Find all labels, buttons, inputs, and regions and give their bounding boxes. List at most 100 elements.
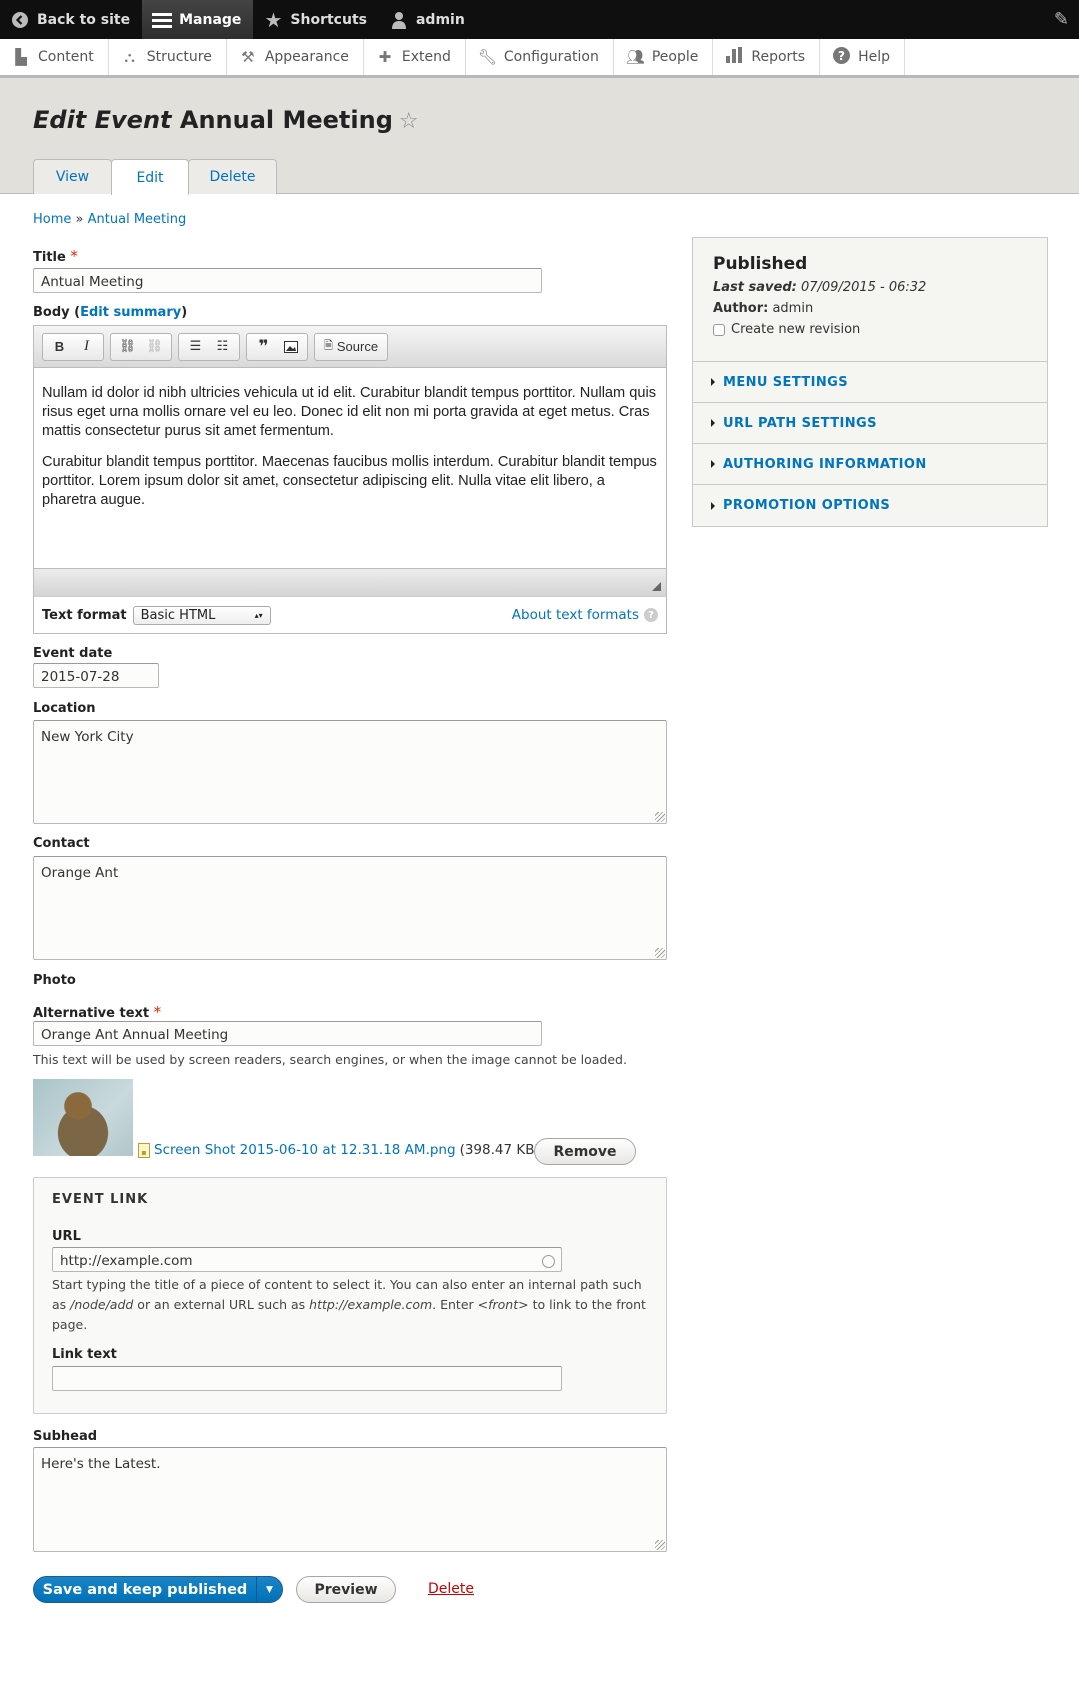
desc-front: <front> xyxy=(477,1297,529,1312)
tray-label: Extend xyxy=(401,49,451,65)
select-arrows-icon: ▴▾ xyxy=(254,610,263,620)
file-link[interactable]: Screen Shot 2015-06-10 at 12.31.18 AM.pn… xyxy=(154,1142,456,1158)
bar-chart-icon xyxy=(725,47,743,67)
tray-label: People xyxy=(651,49,699,65)
publish-status: Published xyxy=(713,254,808,274)
authoring-information-toggle[interactable]: AUTHORING INFORMATION xyxy=(693,444,1047,485)
photo-thumbnail xyxy=(33,1079,133,1156)
pencil-icon[interactable]: ✎ xyxy=(1054,9,1069,30)
blockquote-icon[interactable]: ❞ xyxy=(250,334,277,360)
manage-label: Manage xyxy=(179,11,242,28)
hamburger-icon xyxy=(152,10,173,30)
text-format-select[interactable]: Basic HTML ▴▾ xyxy=(132,605,271,625)
tray-item-structure[interactable]: ⛬ Structure xyxy=(109,39,227,75)
contact-label: Contact xyxy=(33,836,90,851)
tray-item-configuration[interactable]: 🔧︎ Configuration xyxy=(466,39,614,75)
subhead-textarea[interactable]: Here's the Latest. xyxy=(33,1447,667,1552)
shortcuts-tab[interactable]: ★ Shortcuts xyxy=(253,0,379,39)
tray-item-reports[interactable]: Reports xyxy=(713,39,821,75)
tray-label: Structure xyxy=(146,49,212,65)
title-prefix: Edit Event xyxy=(33,106,172,134)
resize-grip-icon[interactable] xyxy=(655,1540,665,1550)
tray-item-content[interactable]: ▙ Content xyxy=(0,39,109,75)
tab-edit[interactable]: Edit xyxy=(111,159,189,195)
event-date-label: Event date xyxy=(33,646,113,661)
link-text-input[interactable] xyxy=(52,1366,562,1391)
user-tab[interactable]: admin xyxy=(379,0,477,39)
image-icon[interactable] xyxy=(277,334,304,360)
label-text: Title xyxy=(33,250,66,265)
meta-sidebar: Published Last saved: 07/09/2015 - 06:32… xyxy=(692,237,1048,527)
page-title: Edit Event Annual Meeting ☆ xyxy=(33,106,419,134)
breadcrumb-current[interactable]: Antual Meeting xyxy=(88,212,187,227)
subhead-label: Subhead xyxy=(33,1429,98,1444)
back-to-site-link[interactable]: Back to site xyxy=(0,0,142,39)
preview-button[interactable]: Preview xyxy=(296,1576,396,1603)
author: Author: admin xyxy=(713,301,1027,316)
text-format-row: Text format Basic HTML ▴▾ About text form… xyxy=(34,596,666,633)
bold-button[interactable]: B xyxy=(46,334,73,360)
resize-grip-icon[interactable] xyxy=(655,812,665,822)
save-dropdown-toggle[interactable]: ▼ xyxy=(256,1577,282,1602)
section-label: URL PATH SETTINGS xyxy=(723,415,877,431)
title-input[interactable]: Antual Meeting xyxy=(33,268,542,293)
admin-toolbar: Back to site Manage ★ Shortcuts admin ✎ xyxy=(0,0,1079,39)
author-value: admin xyxy=(772,301,814,316)
numbered-list-icon[interactable]: ☷ xyxy=(209,334,236,360)
event-date-input[interactable]: 2015-07-28 xyxy=(33,663,159,688)
contact-textarea[interactable]: Orange Ant xyxy=(33,856,667,960)
help-icon: ? xyxy=(644,608,658,622)
local-tabs: View Edit Delete xyxy=(33,159,277,195)
alt-text-input[interactable]: Orange Ant Annual Meeting xyxy=(33,1021,542,1046)
italic-button[interactable]: I xyxy=(73,334,100,360)
body-label: Body (Edit summary) xyxy=(33,305,188,320)
editor-content[interactable]: Nullam id dolor id nibh ultricies vehicu… xyxy=(34,368,666,568)
desc-path: /node/add xyxy=(70,1297,134,1312)
url-label: URL xyxy=(52,1229,81,1244)
manage-tab[interactable]: Manage xyxy=(142,0,254,39)
menu-settings-toggle[interactable]: MENU SETTINGS xyxy=(693,362,1047,403)
title-label: Title * xyxy=(33,247,78,265)
tab-delete[interactable]: Delete xyxy=(188,159,277,194)
edit-summary-link[interactable]: Edit summary xyxy=(80,305,181,320)
tray-item-people[interactable]: 👥︎ People xyxy=(614,39,714,75)
section-label: PROMOTION OPTIONS xyxy=(723,498,891,513)
create-revision-checkbox[interactable]: Create new revision xyxy=(713,322,1027,337)
checkbox-box[interactable] xyxy=(713,323,725,336)
location-value: New York City xyxy=(41,729,134,745)
resize-handle-icon[interactable] xyxy=(652,582,661,591)
section-label: MENU SETTINGS xyxy=(723,374,849,390)
editor-group-link: ⛓ ⛓ xyxy=(110,332,172,361)
location-textarea[interactable]: New York City xyxy=(33,720,667,824)
label-text: Body xyxy=(33,305,70,320)
shortcuts-label: Shortcuts xyxy=(290,11,367,28)
source-button[interactable]: 🗎︎ Source xyxy=(318,334,384,360)
tray-item-appearance[interactable]: ⚒ Appearance xyxy=(227,39,364,75)
unlink-icon[interactable]: ⛓ xyxy=(141,334,168,360)
bulleted-list-icon[interactable]: ☰ xyxy=(182,334,209,360)
tray-item-help[interactable]: ? Help xyxy=(820,39,905,75)
url-path-settings-toggle[interactable]: URL PATH SETTINGS xyxy=(693,403,1047,444)
remove-button[interactable]: Remove xyxy=(534,1138,636,1165)
tray-item-extend[interactable]: ✚ Extend xyxy=(364,39,466,75)
link-icon[interactable]: ⛓ xyxy=(114,334,141,360)
triangle-right-icon xyxy=(711,460,715,468)
shortcut-star-icon[interactable]: ☆ xyxy=(399,109,419,134)
breadcrumb: Home » Antual Meeting xyxy=(33,212,186,227)
about-text-formats-link[interactable]: About text formats? xyxy=(512,607,658,623)
resize-grip-icon[interactable] xyxy=(655,948,665,958)
url-input[interactable]: http://example.com xyxy=(52,1247,562,1272)
breadcrumb-home[interactable]: Home xyxy=(33,212,71,227)
desc-part: . Enter xyxy=(432,1297,478,1312)
save-button[interactable]: Save and keep published xyxy=(34,1577,256,1602)
delete-link[interactable]: Delete xyxy=(428,1581,474,1597)
sitemap-icon: ⛬ xyxy=(124,48,135,66)
tray-label: Help xyxy=(858,49,890,65)
tab-view[interactable]: View xyxy=(33,159,112,194)
promotion-options-toggle[interactable]: PROMOTION OPTIONS xyxy=(693,485,1047,526)
user-icon xyxy=(389,10,409,30)
body-editor: B I ⛓ ⛓ ☰ ☷ ❞ 🗎︎ Source Nullam id dolor i… xyxy=(33,325,667,634)
required-marker: * xyxy=(153,1003,162,1021)
people-icon: 👥︎ xyxy=(625,48,645,66)
photo-label: Photo xyxy=(33,973,76,988)
